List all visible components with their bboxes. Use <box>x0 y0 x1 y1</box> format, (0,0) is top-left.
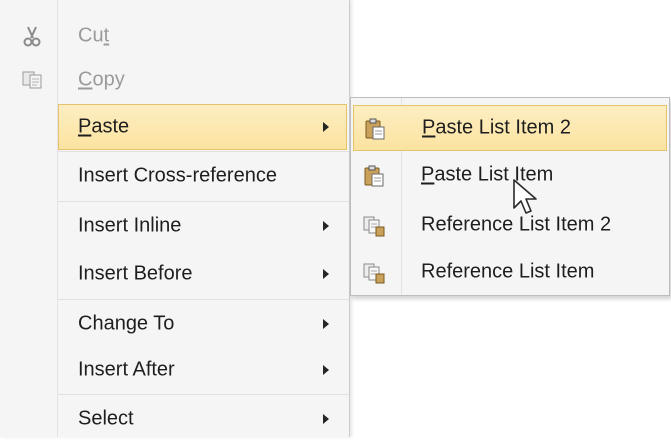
paste-reference-icon <box>363 262 385 284</box>
submenu-arrow-icon <box>323 365 329 375</box>
separator <box>58 151 349 152</box>
paste-clipboard-icon <box>364 118 385 140</box>
menu-item-label: Cut <box>78 24 110 47</box>
submenu-item-label: Paste List Item 2 <box>422 116 571 139</box>
menu-item-label: Insert Before <box>78 262 193 285</box>
submenu-arrow-icon <box>323 122 329 132</box>
menu-item-insert-before[interactable]: Insert Before <box>0 251 349 297</box>
paste-clipboard-icon <box>363 165 384 187</box>
copy-icon <box>22 70 42 90</box>
submenu-item-paste-list-item-2[interactable]: Paste List Item 2 <box>353 105 667 151</box>
menu-item-label: Insert Cross-reference <box>78 164 277 187</box>
menu-item-label: Select <box>78 407 134 430</box>
submenu-item-reference-list-item[interactable]: Reference List Item <box>353 249 667 295</box>
menu-item-label: Paste <box>78 115 130 138</box>
menu-item-label: Insert After <box>78 358 175 381</box>
separator <box>58 299 349 300</box>
context-menu: Cut Copy Paste Insert Cross-reference In… <box>0 0 350 437</box>
menu-item-copy[interactable]: Copy <box>0 57 349 103</box>
menu-item-cut[interactable]: Cut <box>0 13 349 59</box>
submenu-arrow-icon <box>323 269 329 279</box>
scissors-icon <box>22 26 42 47</box>
mouse-cursor-icon <box>513 179 537 214</box>
menu-item-insert-inline[interactable]: Insert Inline <box>0 203 349 249</box>
paste-submenu: Paste List Item 2 Paste List Item Refere… <box>350 97 670 296</box>
menu-item-insert-after[interactable]: Insert After <box>0 347 349 393</box>
separator <box>58 201 349 202</box>
submenu-arrow-icon <box>323 221 329 231</box>
menu-item-select[interactable]: Select <box>0 396 349 442</box>
submenu-arrow-icon <box>323 319 329 329</box>
submenu-arrow-icon <box>323 414 329 424</box>
submenu-item-label: Reference List Item <box>421 260 595 283</box>
menu-item-label: Change To <box>78 312 175 335</box>
menu-item-change-to[interactable]: Change To <box>0 301 349 347</box>
menu-item-label: Insert Inline <box>78 214 182 237</box>
submenu-item-reference-list-item-2[interactable]: Reference List Item 2 <box>353 202 667 248</box>
menu-item-insert-cross-reference[interactable]: Insert Cross-reference <box>0 153 349 199</box>
paste-reference-icon <box>363 215 385 237</box>
submenu-item-paste-list-item[interactable]: Paste List Item <box>353 152 667 198</box>
menu-item-label: Copy <box>78 68 125 91</box>
menu-item-paste[interactable]: Paste <box>58 104 347 150</box>
separator <box>58 394 349 395</box>
